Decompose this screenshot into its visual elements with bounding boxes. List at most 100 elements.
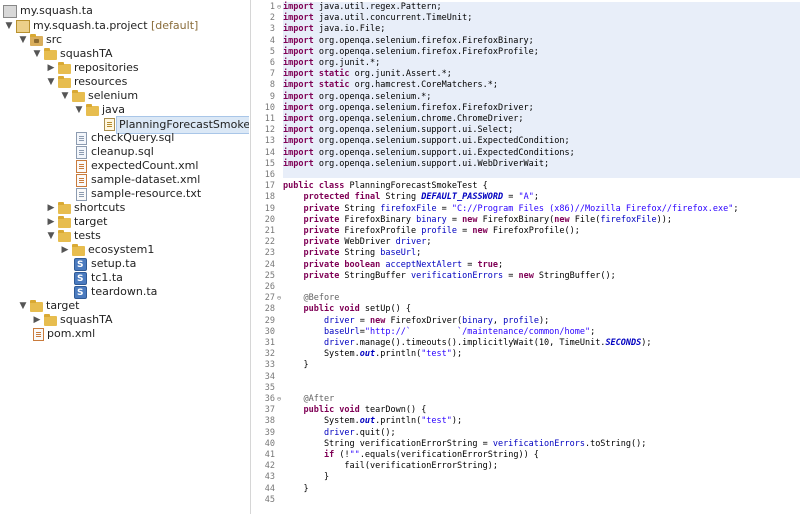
code-token: "A" bbox=[518, 192, 534, 203]
line-number: 37 bbox=[264, 405, 275, 416]
tree-item-my-squash-ta[interactable]: my.squash.ta bbox=[0, 3, 249, 19]
code-token: binary bbox=[462, 315, 493, 326]
code-line[interactable]: 29 driver = new FirefoxDriver(binary, pr… bbox=[251, 316, 800, 327]
code-line[interactable]: 21 private FirefoxProfile profile = new … bbox=[251, 226, 800, 237]
code-line[interactable]: 37 public void tearDown() { bbox=[251, 405, 800, 416]
code-line[interactable]: 25 private StringBuffer verificationErro… bbox=[251, 271, 800, 282]
code-token: firefoxFile bbox=[380, 203, 437, 214]
code-line[interactable]: 16 bbox=[251, 170, 800, 181]
code-token: .println( bbox=[375, 416, 422, 427]
code-line[interactable]: 40 String verificationErrorString = veri… bbox=[251, 439, 800, 450]
line-number: 11 bbox=[264, 114, 275, 124]
code-token: if bbox=[323, 450, 335, 460]
code-line[interactable]: 24 private boolean acceptNextAlert = tru… bbox=[251, 260, 800, 271]
xml-file-icon bbox=[33, 328, 44, 341]
code-line[interactable]: 23 private String baseUrl; bbox=[251, 248, 800, 259]
code-line[interactable]: 26 bbox=[251, 282, 800, 293]
code-token: private bbox=[303, 248, 340, 259]
code-line[interactable]: 20 private FirefoxBinary binary = new Fi… bbox=[251, 215, 800, 226]
code-token: String bbox=[339, 248, 381, 259]
line-number: 2 bbox=[269, 13, 275, 24]
code-token: import bbox=[283, 147, 314, 158]
code-line[interactable]: 27 ⊖ @Before bbox=[251, 293, 800, 304]
line-number: 8 bbox=[269, 80, 275, 91]
code-line[interactable]: 13 import org.openqa.selenium.support.ui.… bbox=[251, 136, 800, 147]
code-text: String verificationErrorString = verific… bbox=[283, 439, 646, 450]
code-token: baseUrl bbox=[380, 248, 417, 259]
folder-icon bbox=[72, 90, 85, 102]
fold-toggle-icon[interactable]: ⊖ bbox=[275, 394, 283, 405]
code-line[interactable]: 39 driver.quit(); bbox=[251, 428, 800, 439]
code-token: "test" bbox=[421, 416, 452, 427]
code-token: } bbox=[283, 483, 309, 494]
code-token: = bbox=[436, 203, 452, 214]
code-token: ; bbox=[416, 248, 422, 259]
code-line[interactable]: 42 fail(verificationErrorString); bbox=[251, 461, 800, 472]
code-token: .quit(); bbox=[354, 427, 396, 438]
line-number: 39 bbox=[264, 427, 275, 438]
line-number: 9 bbox=[269, 91, 275, 102]
tree-item-pom-xml[interactable]: pom.xml bbox=[0, 326, 249, 342]
code-text: import java.io.File; bbox=[283, 24, 385, 35]
code-line[interactable]: 1 ⊖ import java.util.regex.Pattern; bbox=[251, 2, 800, 13]
line-number: 23 bbox=[264, 248, 275, 259]
code-text: import org.openqa.selenium.firefox.Firef… bbox=[283, 103, 534, 114]
code-line[interactable]: 44 } bbox=[251, 484, 800, 495]
code-token: import bbox=[283, 46, 314, 57]
code-line[interactable]: 7 import static org.junit.Assert.*; bbox=[251, 69, 800, 80]
code-line[interactable]: 28 public void setUp() { bbox=[251, 304, 800, 315]
line-number: 38 bbox=[264, 416, 275, 427]
code-line[interactable]: 34 bbox=[251, 372, 800, 383]
code-token: org.junit.Assert.*; bbox=[349, 69, 452, 80]
code-line[interactable]: 14 import org.openqa.selenium.support.ui.… bbox=[251, 148, 800, 159]
code-line[interactable]: 15 import org.openqa.selenium.support.ui.… bbox=[251, 159, 800, 170]
code-line[interactable]: 3 import java.io.File; bbox=[251, 24, 800, 35]
code-token: import bbox=[283, 58, 314, 68]
code-token: PlanningForecastSmokeTest { bbox=[344, 181, 488, 192]
code-line[interactable]: 31 driver.manage().timeouts().implicitly… bbox=[251, 338, 800, 349]
code-line[interactable]: 22 private WebDriver driver; bbox=[251, 237, 800, 248]
code-token: ); bbox=[538, 315, 550, 326]
code-text: import org.openqa.selenium.firefox.Firef… bbox=[283, 36, 534, 47]
code-line[interactable]: 32 System.out.println("test"); bbox=[251, 349, 800, 360]
code-line[interactable]: 8 import static org.hamcrest.CoreMatchers… bbox=[251, 80, 800, 91]
code-line[interactable]: 18 protected final String DEFAULT_PASSWO… bbox=[251, 192, 800, 203]
line-number: 35 bbox=[264, 382, 275, 393]
code-token: protected final bbox=[303, 192, 381, 203]
code-text: if (!"".equals(verificationErrorString))… bbox=[283, 450, 539, 461]
line-number: 32 bbox=[264, 349, 275, 360]
code-line[interactable]: 9 import org.openqa.selenium.*; bbox=[251, 92, 800, 103]
code-line[interactable]: 41 if (!"".equals(verificationErrorStrin… bbox=[251, 450, 800, 461]
code-line[interactable]: 45 bbox=[251, 495, 800, 506]
fold-toggle-icon[interactable]: ⊖ bbox=[275, 2, 283, 13]
code-token: profile bbox=[503, 315, 539, 326]
code-token: FirefoxProfile(); bbox=[487, 226, 580, 236]
code-line[interactable]: 35 bbox=[251, 383, 800, 394]
fold-toggle-icon[interactable]: ⊖ bbox=[275, 293, 283, 304]
code-line[interactable]: 11 import org.openqa.selenium.chrome.Chro… bbox=[251, 114, 800, 125]
code-token: java.io.File; bbox=[313, 24, 386, 35]
code-line[interactable]: 2 import java.util.concurrent.TimeUnit; bbox=[251, 13, 800, 24]
line-number: 27 bbox=[264, 293, 275, 304]
code-line[interactable]: 30 baseUrl="http://` `/maintenance/commo… bbox=[251, 327, 800, 338]
code-line[interactable]: 36 ⊖ @After bbox=[251, 394, 800, 405]
code-line[interactable]: 12 import org.openqa.selenium.support.ui.… bbox=[251, 125, 800, 136]
code-line[interactable]: 19 private String firefoxFile = "C://Pro… bbox=[251, 204, 800, 215]
line-number: 44 bbox=[264, 483, 275, 494]
code-line[interactable]: 4 import org.openqa.selenium.firefox.Fire… bbox=[251, 36, 800, 47]
code-line[interactable]: 43 } bbox=[251, 472, 800, 483]
code-line[interactable]: 33 } bbox=[251, 360, 800, 371]
code-line[interactable]: 10 import org.openqa.selenium.firefox.Fir… bbox=[251, 103, 800, 114]
code-line[interactable]: 17 public class PlanningForecastSmokeTest… bbox=[251, 181, 800, 192]
code-line[interactable]: 5 import org.openqa.selenium.firefox.Fire… bbox=[251, 47, 800, 58]
code-line[interactable]: 38 System.out.println("test"); bbox=[251, 416, 800, 427]
code-token: System. bbox=[283, 416, 360, 427]
code-line[interactable]: 6 import org.junit.*; bbox=[251, 58, 800, 69]
code-editor[interactable]: 1 ⊖ import java.util.regex.Pattern; 2 import… bbox=[250, 0, 800, 514]
